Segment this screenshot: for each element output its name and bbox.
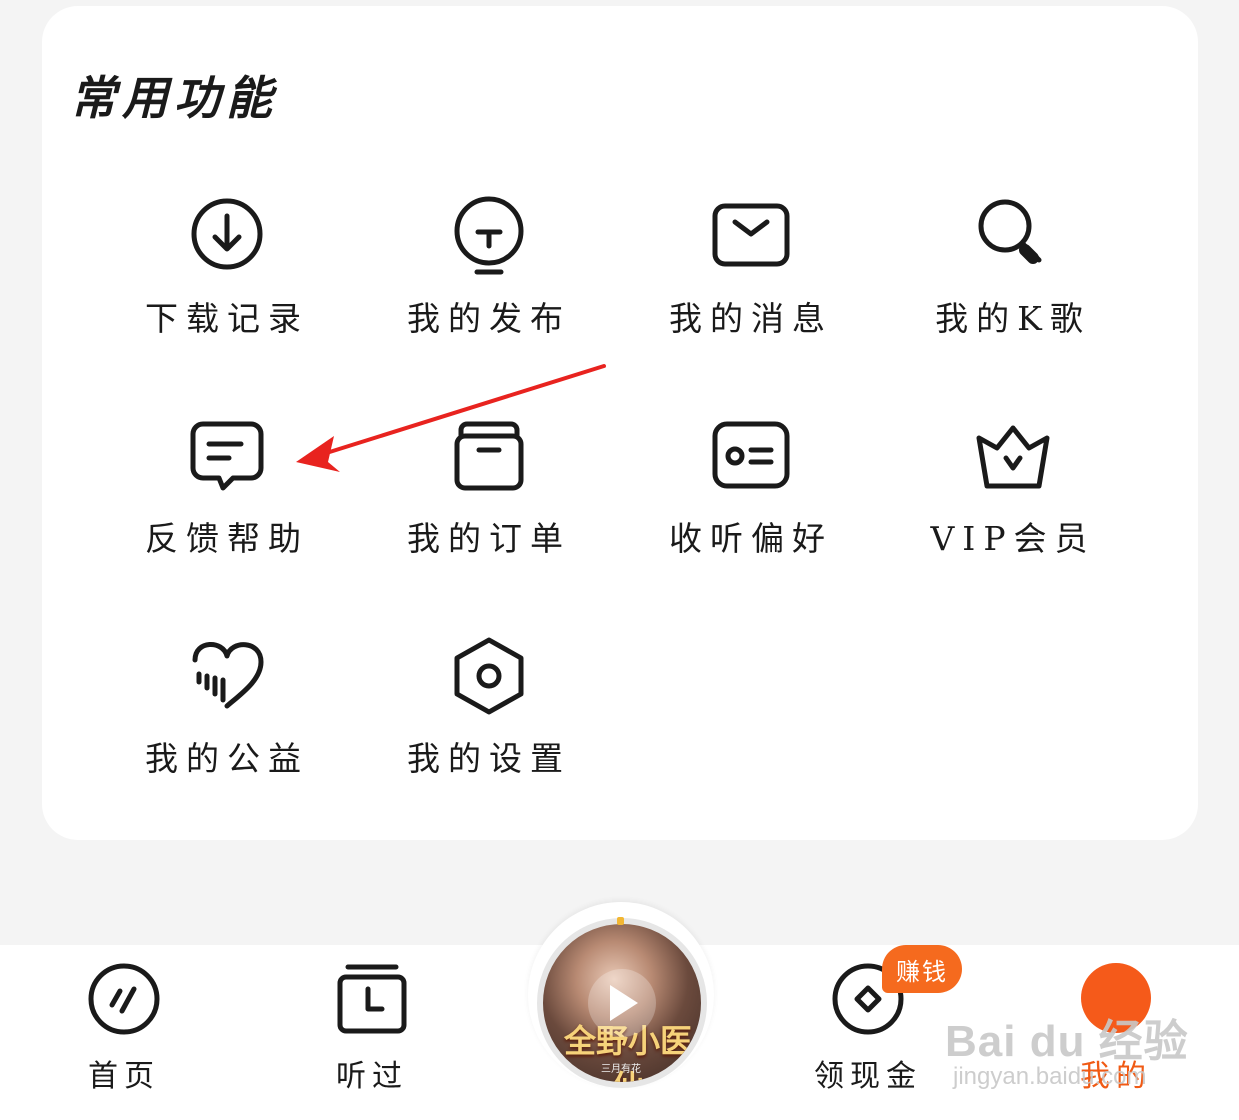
- grid-item-feedback-help[interactable]: 反馈帮助: [96, 416, 358, 596]
- grid-item-my-settings[interactable]: 我的设置: [358, 636, 620, 816]
- grid-item-label: 收听偏好: [669, 519, 833, 558]
- play-icon: [588, 969, 656, 1037]
- grid-item-my-messages[interactable]: 我的消息: [620, 196, 882, 376]
- tab-label: 领现金: [814, 1059, 922, 1094]
- vip-crown-icon: [971, 416, 1055, 500]
- grid-item-my-orders[interactable]: 我的订单: [358, 416, 620, 596]
- order-icon: [447, 416, 531, 500]
- tab-home[interactable]: 首页: [54, 945, 194, 1120]
- grid-item-label: 我的消息: [669, 299, 833, 338]
- feedback-icon: [185, 416, 269, 500]
- publish-icon: [447, 196, 531, 280]
- tab-label: 听过: [336, 1059, 408, 1094]
- grid-item-listening-preferences[interactable]: 收听偏好: [620, 416, 882, 596]
- download-icon: [185, 196, 269, 280]
- grid-item-vip-membership[interactable]: VIP会员: [882, 416, 1144, 596]
- grid-item-label: 我的设置: [407, 739, 571, 778]
- grid-item-label: 我的订单: [407, 519, 571, 558]
- tab-label: 首页: [88, 1059, 160, 1094]
- grid-item-my-karaoke[interactable]: 我的K歌: [882, 196, 1144, 376]
- charity-heart-icon: [185, 636, 269, 720]
- settings-icon: [447, 636, 531, 720]
- history-icon: [334, 961, 410, 1037]
- home-icon: [86, 961, 162, 1037]
- preference-icon: [709, 416, 793, 500]
- grid-item-label: 下载记录: [145, 299, 309, 338]
- grid-item-label: 我的发布: [407, 299, 571, 338]
- cover-author: 三月有花: [601, 1064, 641, 1075]
- grid-item-my-publish[interactable]: 我的发布: [358, 196, 620, 376]
- grid-item-label: 我的公益: [145, 739, 309, 778]
- profile-icon[interactable]: [1081, 963, 1151, 1033]
- karaoke-icon: [971, 196, 1055, 280]
- tab-history[interactable]: 听过: [302, 945, 442, 1120]
- section-title: 常用功能: [70, 71, 278, 125]
- grid-item-my-charity[interactable]: 我的公益: [96, 636, 358, 816]
- grid-item-downloads[interactable]: 下载记录: [96, 196, 358, 376]
- playback-progress-indicator: [617, 917, 624, 925]
- grid-item-label: 我的K歌: [935, 299, 1091, 338]
- earn-money-badge: 赚钱: [882, 945, 962, 993]
- now-playing-button[interactable]: 全野小医仙 三月有花: [537, 918, 707, 1088]
- message-icon: [709, 196, 793, 280]
- grid-item-label: VIP会员: [930, 519, 1096, 558]
- grid-item-label: 反馈帮助: [145, 519, 309, 558]
